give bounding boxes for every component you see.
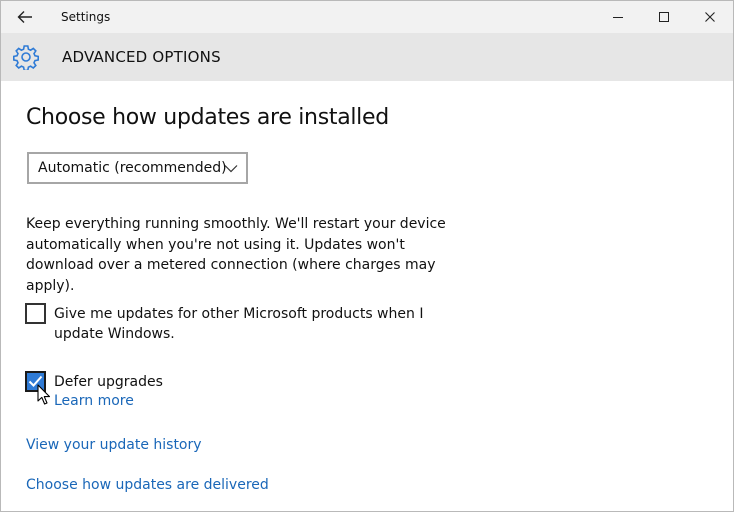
minimize-button[interactable]: [595, 1, 641, 33]
settings-window: Settings ADVANCED OPTIONS Choose how upd…: [0, 0, 734, 512]
maximize-icon: [659, 12, 669, 22]
close-button[interactable]: [687, 1, 733, 33]
window-title: Settings: [61, 10, 111, 24]
defer-upgrades-checkbox-row[interactable]: Defer upgrades: [25, 371, 225, 393]
page-title: Choose how updates are installed: [26, 105, 389, 130]
install-description: Keep everything running smoothly. We'll …: [26, 216, 446, 294]
other-products-label: Give me updates for other Microsoft prod…: [54, 306, 424, 342]
minimize-icon: [613, 17, 623, 18]
other-products-checkbox[interactable]: [25, 303, 46, 324]
back-button[interactable]: [9, 3, 41, 31]
install-mode-dropdown[interactable]: Automatic (recommended): [27, 152, 248, 184]
gear-icon: [13, 45, 39, 70]
page-section-title: ADVANCED OPTIONS: [62, 48, 221, 66]
chevron-down-icon: [224, 165, 238, 173]
back-arrow-icon: [17, 11, 32, 23]
title-bar: Settings: [1, 1, 733, 33]
other-products-checkbox-row[interactable]: Give me updates for other Microsoft prod…: [25, 303, 475, 345]
maximize-button[interactable]: [641, 1, 687, 33]
page-header: ADVANCED OPTIONS: [1, 33, 733, 81]
defer-upgrades-label: Defer upgrades: [54, 374, 163, 390]
dropdown-selected-value: Automatic (recommended): [38, 160, 227, 176]
mouse-pointer-icon: [37, 384, 51, 405]
learn-more-link[interactable]: Learn more: [54, 393, 134, 409]
update-history-link[interactable]: View your update history: [26, 437, 202, 453]
close-icon: [705, 12, 715, 22]
delivery-options-link[interactable]: Choose how updates are delivered: [26, 477, 269, 493]
